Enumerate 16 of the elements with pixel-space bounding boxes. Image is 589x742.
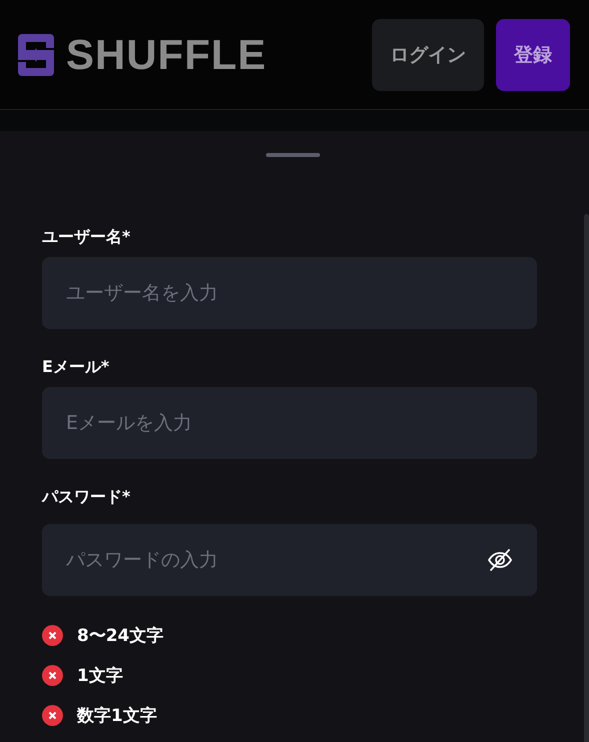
drag-handle[interactable]: [266, 153, 320, 157]
input-field[interactable]: Eメールを入力: [42, 387, 537, 459]
register-button[interactable]: 登録: [496, 18, 570, 90]
requirement-text: 数字1文字: [77, 705, 157, 727]
input-field[interactable]: ユーザー名を入力: [42, 257, 537, 329]
logo-text: SHUFFLE: [66, 34, 267, 76]
password-field[interactable]: パスワードの入力: [42, 524, 537, 596]
field-label: ユーザー名*: [42, 227, 132, 248]
requirement-text: 1文字: [77, 665, 123, 687]
requirement-text: 8〜24文字: [77, 625, 164, 647]
field-label: パスワード*: [42, 487, 132, 508]
field-label: Eメール*: [42, 357, 110, 378]
eye-off-icon[interactable]: [487, 547, 513, 573]
scrollbar[interactable]: [584, 214, 589, 742]
login-button[interactable]: ログイン: [372, 18, 484, 90]
logo-icon: [18, 34, 54, 76]
